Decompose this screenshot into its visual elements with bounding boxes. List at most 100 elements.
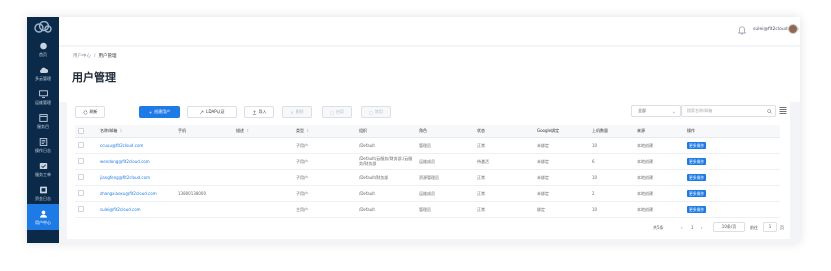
- table-row[interactable]: ccuuu@fit2cloud.com 子用户/Default 管理员 正常 未绑定 10…: [75, 137, 780, 154]
- column-header-label: 来源: [637, 127, 645, 133]
- log-icon: [39, 137, 47, 146]
- cell-org: /Default/财务部: [356, 169, 416, 186]
- cell-email[interactable]: ccuuu@fit2cloud.com: [97, 137, 175, 154]
- sidebar-item-monitor[interactable]: 运维管理: [27, 84, 59, 110]
- column-header-label: 描述: [236, 127, 244, 133]
- cell-source: 本地创建: [634, 201, 684, 218]
- sort-icon[interactable]: ↕: [246, 128, 249, 133]
- cell-email[interactable]: zhangxiaoxu@fit2cloud.com: [97, 185, 175, 202]
- page-size-value: 10条/页: [721, 224, 737, 229]
- cell-role: 管理员: [416, 201, 474, 218]
- delete-button[interactable]: × 删除: [282, 106, 312, 118]
- cell-org: /Default/云服务/财务部,/云服务/财务部: [356, 153, 416, 170]
- row-checkbox[interactable]: [78, 174, 84, 180]
- sidebar-item-dashboard[interactable]: 首页: [27, 36, 59, 62]
- table-row[interactable]: wendong@fit2cloud.com 子用户/Default/云服务/财务部…: [75, 153, 780, 170]
- cell-type: 子用户: [293, 169, 356, 186]
- sidebar-item-cloud[interactable]: 多云管理: [27, 60, 59, 86]
- page-size-select[interactable]: 10条/页: [713, 222, 745, 232]
- refresh-button[interactable]: 刷新: [75, 106, 105, 118]
- filter-select[interactable]: 全部 ⌄: [631, 105, 681, 117]
- column-header: 来源: [634, 125, 684, 138]
- plus-icon: +: [148, 109, 153, 115]
- goto-suffix: 页: [780, 225, 784, 230]
- user-table: 名称/邮箱 ↕ 手机 描述 ↕ 类型 ↕ 组织 角色 状态 Google绑定 上机数量 来源 操作 ccu…: [75, 125, 780, 218]
- cell-desc: [233, 185, 293, 202]
- top-bar: sulei@fit2cloud.com: [59, 17, 800, 45]
- search-input[interactable]: 搜索名称/邮箱: [681, 105, 776, 117]
- finance-icon: [39, 186, 47, 193]
- more-actions-button[interactable]: 更多操作: [687, 157, 707, 165]
- import-button[interactable]: 导入: [244, 106, 274, 118]
- goto-page-input[interactable]: 1: [763, 222, 777, 232]
- bell-icon[interactable]: [738, 26, 746, 35]
- sidebar: 首页多云管理运维管理服务目 操作日志 服务工单 资金日志用户中心: [27, 17, 59, 243]
- create-user-label: 创建用户: [154, 109, 171, 114]
- row-checkbox[interactable]: [78, 142, 84, 148]
- delete-label: 删除: [295, 109, 304, 114]
- table-row[interactable]: jiangfeng@fit2cloud.com 子用户/Default/财务部 资源…: [75, 169, 780, 186]
- enable-icon: ▢: [330, 109, 334, 115]
- sidebar-item-catalog[interactable]: 服务目: [27, 108, 59, 134]
- more-actions-button[interactable]: 更多操作: [687, 173, 707, 181]
- enable-button[interactable]: ▢ 启用: [322, 106, 352, 118]
- sidebar-item-ticket[interactable]: 服务工单: [27, 156, 59, 182]
- current-page[interactable]: 1: [691, 225, 694, 230]
- ticket-icon: [39, 162, 47, 169]
- cell-google: 绑定: [534, 201, 589, 218]
- sidebar-item-finance[interactable]: 资金日志: [27, 180, 59, 206]
- select-all-checkbox[interactable]: [78, 127, 84, 134]
- row-checkbox[interactable]: [78, 158, 84, 164]
- sidebar-item-label: 运维管理: [35, 99, 51, 105]
- prev-page-button[interactable]: ‹: [681, 225, 683, 230]
- avatar[interactable]: [788, 24, 798, 34]
- column-header[interactable]: 描述 ↕: [233, 125, 293, 138]
- cell-role: 资源管理员: [416, 169, 474, 186]
- cell-action: 更多操作: [684, 153, 780, 170]
- row-checkbox[interactable]: [78, 190, 84, 196]
- table-row[interactable]: zhangxiaoxu@fit2cloud.com 13800138000 子用户 /…: [75, 185, 780, 202]
- column-header[interactable]: 名称/邮箱 ↕: [97, 125, 175, 138]
- column-header: 操作: [684, 125, 780, 138]
- sort-icon[interactable]: ↕: [306, 128, 309, 133]
- disable-icon: ▢: [369, 109, 373, 115]
- import-label: 导入: [258, 109, 267, 114]
- cell-count: 2: [589, 185, 634, 202]
- cell-email[interactable]: sulei@fit2cloud.com: [97, 201, 175, 218]
- cell-action: 更多操作: [684, 185, 780, 202]
- create-user-button[interactable]: + 创建用户: [139, 106, 180, 118]
- cell-role: 管理员: [416, 137, 474, 154]
- cell-email[interactable]: wendong@fit2cloud.com: [97, 153, 175, 170]
- column-header[interactable]: 类型 ↕: [293, 125, 356, 138]
- refresh-label: 刷新: [89, 109, 98, 114]
- more-actions-button[interactable]: 更多操作: [687, 189, 707, 197]
- more-actions-button[interactable]: 更多操作: [687, 141, 707, 149]
- column-settings-icon[interactable]: [779, 106, 787, 115]
- cell-phone: 13800138000: [175, 185, 233, 202]
- breadcrumb-parent[interactable]: 用户中心: [73, 54, 91, 59]
- disable-button[interactable]: ▢ 禁用: [361, 106, 391, 118]
- cell-email[interactable]: jiangfeng@fit2cloud.com: [97, 169, 175, 186]
- ldap-auth-button[interactable]: LDAP认证: [187, 106, 237, 118]
- sidebar-item-label: 多云管理: [35, 75, 51, 81]
- table-row[interactable]: sulei@fit2cloud.com 主用户/Default 管理员 正常 绑定 10 本…: [75, 201, 780, 218]
- pagination-total: 共5条: [653, 225, 664, 230]
- sort-icon[interactable]: ↕: [119, 128, 122, 133]
- cell-type: 子用户: [293, 185, 356, 202]
- sidebar-item-user[interactable]: 用户中心: [27, 204, 59, 230]
- page-header: 用户中心 / 用户管理 用户管理: [59, 47, 800, 102]
- table-body: ccuuu@fit2cloud.com 子用户/Default 管理员 正常 未绑定 10…: [75, 137, 780, 218]
- next-page-button[interactable]: ›: [701, 225, 703, 230]
- chevron-down-icon: ⌄: [671, 109, 676, 115]
- sidebar-item-log[interactable]: 操作日志: [27, 132, 59, 158]
- column-header: 上机数量: [589, 125, 634, 138]
- more-actions-button[interactable]: 更多操作: [687, 205, 707, 213]
- cell-role: 运维成员: [416, 185, 474, 202]
- row-checkbox[interactable]: [78, 206, 84, 212]
- search-icon[interactable]: [767, 109, 772, 114]
- column-header: 组织: [356, 125, 416, 138]
- link-icon: [200, 110, 204, 114]
- column-header: 角色: [416, 125, 474, 138]
- column-header: Google绑定: [534, 125, 589, 138]
- sidebar-item-label: 用户中心: [35, 219, 51, 225]
